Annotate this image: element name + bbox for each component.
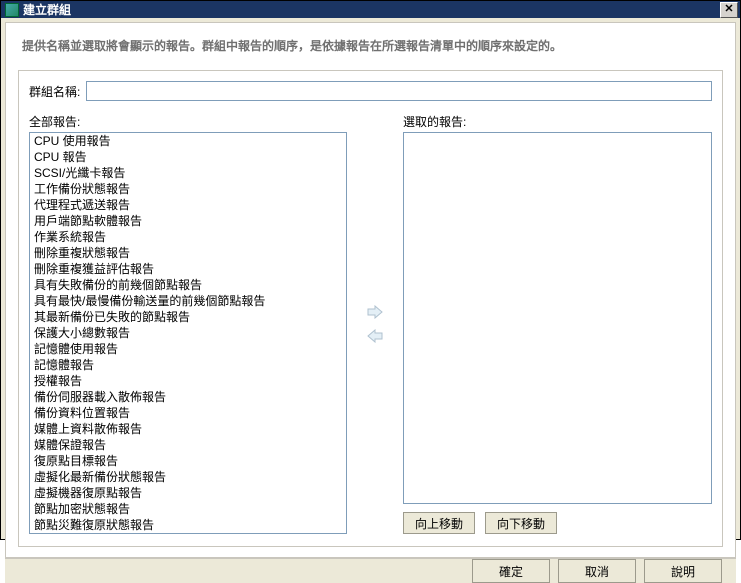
list-item[interactable]: 復原點目標報告 xyxy=(30,453,346,469)
list-item[interactable]: 用戶端節點軟體報告 xyxy=(30,213,346,229)
arrow-right-icon xyxy=(367,305,383,319)
lists-area: 全部報告: CPU 使用報告CPU 報告SCSI/光纖卡報告工作備份狀態報告代理… xyxy=(29,113,712,534)
list-item[interactable]: 刪除重複獲益評估報告 xyxy=(30,261,346,277)
help-button[interactable]: 說明 xyxy=(644,559,722,583)
list-item[interactable]: 媒體上資料散佈報告 xyxy=(30,421,346,437)
list-item[interactable]: SCSI/光纖卡報告 xyxy=(30,165,346,181)
inner-panel: 群組名稱: 全部報告: CPU 使用報告CPU 報告SCSI/光纖卡報告工作備份… xyxy=(18,70,723,547)
window-title: 建立群組 xyxy=(23,1,720,18)
list-item[interactable]: 具有失敗備份的前幾個節點報告 xyxy=(30,277,346,293)
move-up-button[interactable]: 向上移動 xyxy=(403,512,475,534)
content-area: 提供名稱並選取將會顯示的報告。群組中報告的順序，是依據報告在所選報告清單中的順序… xyxy=(5,22,736,558)
group-name-input[interactable] xyxy=(86,81,712,101)
list-item[interactable]: 保護大小總數報告 xyxy=(30,325,346,341)
selected-reports-column: 選取的報告: 向上移動 向下移動 xyxy=(403,113,712,534)
all-reports-label: 全部報告: xyxy=(29,113,347,130)
app-icon xyxy=(5,3,19,17)
close-icon: ✕ xyxy=(724,3,733,15)
move-down-button[interactable]: 向下移動 xyxy=(485,512,557,534)
list-item[interactable]: 備份伺服器載入散佈報告 xyxy=(30,389,346,405)
selected-reports-label: 選取的報告: xyxy=(403,113,712,130)
list-item[interactable]: 授權報告 xyxy=(30,373,346,389)
title-bar: 建立群組 ✕ xyxy=(1,1,740,18)
list-item[interactable]: 節點加密狀態報告 xyxy=(30,501,346,517)
list-item[interactable]: 作業系統報告 xyxy=(30,229,346,245)
selected-reports-listbox[interactable] xyxy=(403,132,712,504)
list-item[interactable]: 工作備份狀態報告 xyxy=(30,181,346,197)
list-item[interactable]: 虛擬化最新備份狀態報告 xyxy=(30,469,346,485)
bottom-button-bar: 確定 取消 說明 xyxy=(5,558,736,583)
all-reports-listbox[interactable]: CPU 使用報告CPU 報告SCSI/光纖卡報告工作備份狀態報告代理程式遞送報告… xyxy=(29,132,347,534)
list-item[interactable]: 具有最快/最慢備份輸送量的前幾個節點報告 xyxy=(30,293,346,309)
list-item[interactable]: 備份資料位置報告 xyxy=(30,405,346,421)
list-item[interactable]: 刪除重複狀態報告 xyxy=(30,245,346,261)
transfer-buttons-column xyxy=(347,113,403,534)
add-to-selected-button[interactable] xyxy=(365,303,385,321)
arrow-left-icon xyxy=(367,329,383,343)
all-reports-column: 全部報告: CPU 使用報告CPU 報告SCSI/光纖卡報告工作備份狀態報告代理… xyxy=(29,113,347,534)
list-item[interactable]: 虛擬機器復原點報告 xyxy=(30,485,346,501)
dialog-description: 提供名稱並選取將會顯示的報告。群組中報告的順序，是依據報告在所選報告清單中的順序… xyxy=(6,23,735,64)
close-button[interactable]: ✕ xyxy=(720,2,738,18)
list-item[interactable]: CPU 報告 xyxy=(30,149,346,165)
ok-button[interactable]: 確定 xyxy=(472,559,550,583)
cancel-button[interactable]: 取消 xyxy=(558,559,636,583)
list-item[interactable]: 記憶體使用報告 xyxy=(30,341,346,357)
group-name-row: 群組名稱: xyxy=(29,81,712,101)
remove-from-selected-button[interactable] xyxy=(365,327,385,345)
list-item[interactable]: 其最新備份已失敗的節點報告 xyxy=(30,309,346,325)
group-name-label: 群組名稱: xyxy=(29,83,80,100)
list-item[interactable]: 節點災難復原狀態報告 xyxy=(30,517,346,533)
list-item[interactable]: 記憶體報告 xyxy=(30,357,346,373)
move-buttons-row: 向上移動 向下移動 xyxy=(403,512,712,534)
list-item[interactable]: 代理程式遞送報告 xyxy=(30,197,346,213)
list-item[interactable]: 媒體保證報告 xyxy=(30,437,346,453)
list-item[interactable]: CPU 使用報告 xyxy=(30,133,346,149)
dialog-window: 建立群組 ✕ 提供名稱並選取將會顯示的報告。群組中報告的順序，是依據報告在所選報… xyxy=(0,0,741,540)
